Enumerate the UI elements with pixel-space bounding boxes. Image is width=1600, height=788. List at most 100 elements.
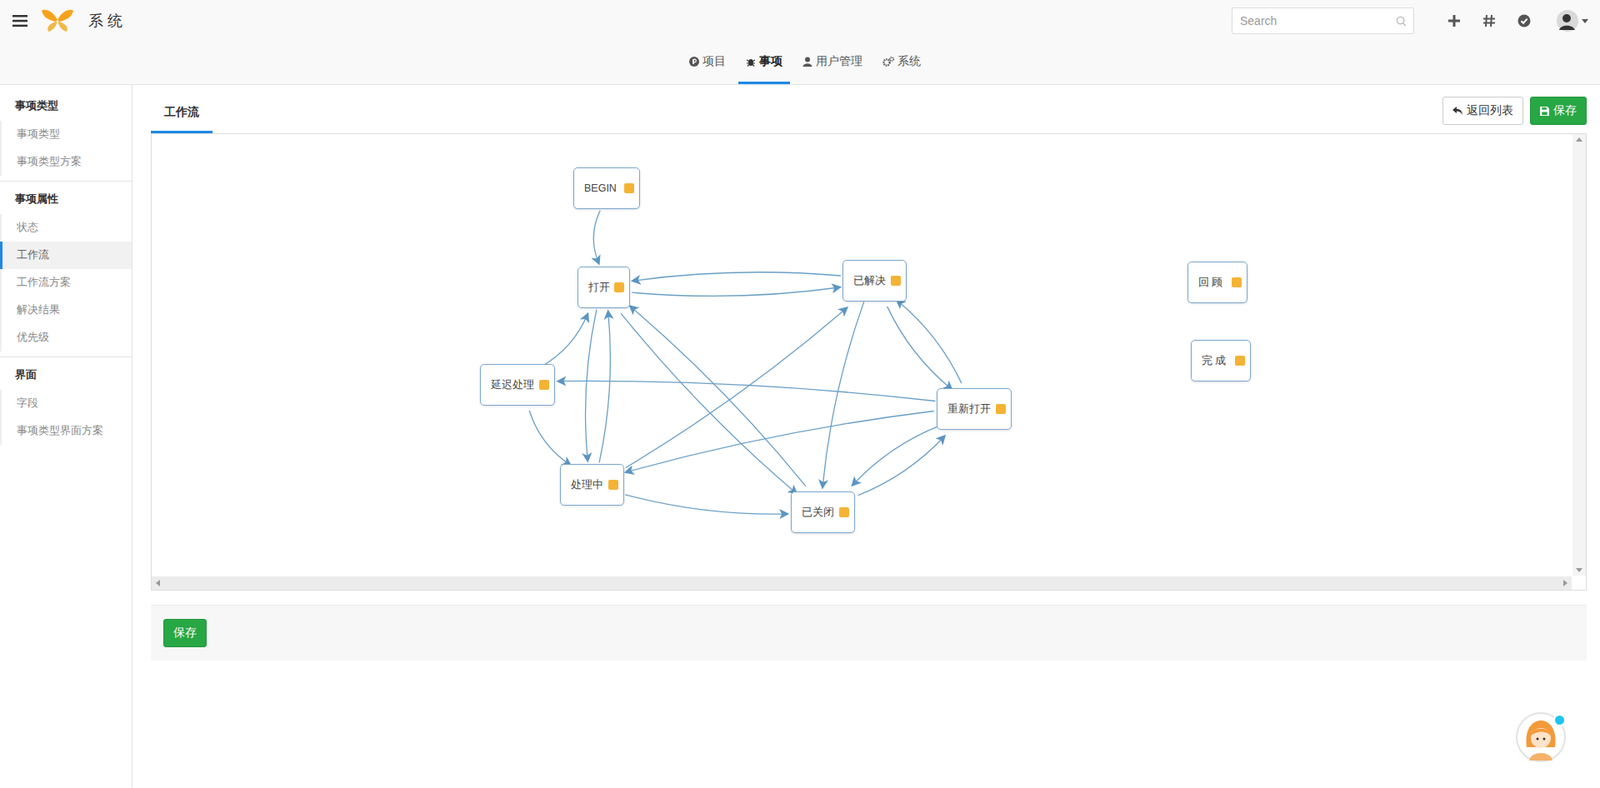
project-icon (689, 56, 700, 67)
nav-tab-label: 项目 (702, 54, 726, 70)
page-tabs: 工作流 (150, 93, 213, 134)
sidebar-item[interactable]: 事项类型 (0, 120, 132, 149)
node-handle-icon[interactable] (624, 183, 635, 194)
sidebar-item[interactable]: 解决结果 (0, 296, 132, 325)
sidebar-item[interactable]: 状态 (0, 214, 132, 242)
node-label: 回 顾 (1198, 275, 1223, 290)
sidebar-group: 界面字段事项类型界面方案 (0, 356, 132, 450)
hash-icon[interactable] (1482, 14, 1496, 28)
node-handle-icon[interactable] (890, 275, 901, 286)
node-handle-icon[interactable] (995, 404, 1006, 415)
scroll-left-icon[interactable] (155, 580, 160, 587)
assistant-button[interactable] (1515, 712, 1566, 763)
canvas-area: BEGIN 打开 已解决 回 顾完 成延迟处理重新打开处理中已关闭 (151, 134, 1572, 576)
vertical-scrollbar[interactable] (1572, 134, 1586, 576)
horizontal-scrollbar[interactable] (151, 576, 1572, 590)
sidebar-item[interactable]: 字段 (0, 390, 132, 418)
main-nav: 项目 事项用户管理 系统 (0, 41, 1600, 85)
workflow-node[interactable]: 处理中 (560, 464, 625, 506)
check-circle-icon[interactable] (1517, 14, 1531, 28)
workflow-node[interactable]: BEGIN (573, 167, 640, 210)
workflow-node[interactable]: 已关闭 (790, 491, 855, 534)
scroll-up-icon[interactable] (1575, 137, 1583, 142)
sidebar-item[interactable]: 工作流 (0, 241, 132, 270)
transition-edge[interactable] (626, 411, 935, 473)
sidebar-item[interactable]: 工作流方案 (0, 269, 132, 297)
nav-tab-label: 事项 (759, 54, 783, 70)
page-tab[interactable]: 工作流 (150, 93, 213, 134)
transition-edge[interactable] (529, 410, 570, 465)
floppy-icon (1540, 106, 1550, 116)
transition-edge[interactable] (852, 425, 939, 485)
transition-edge[interactable] (593, 210, 600, 264)
transition-edge[interactable] (822, 301, 865, 487)
nav-tab[interactable]: 事项 (738, 41, 790, 85)
workflow-canvas[interactable]: BEGIN 打开 已解决 回 顾完 成延迟处理重新打开处理中已关闭 (150, 133, 1587, 591)
user-avatar-icon[interactable] (1556, 10, 1579, 32)
scroll-down-icon[interactable] (1575, 568, 1583, 573)
transition-edge[interactable] (630, 306, 806, 487)
transition-edge[interactable] (625, 495, 787, 515)
actions: 返回列表保存 (1442, 96, 1587, 130)
workflow-node[interactable]: 完 成 (1190, 340, 1251, 382)
edges-layer (151, 134, 1572, 576)
node-label: 已关闭 (801, 505, 835, 520)
save-button[interactable]: 保存 (1530, 96, 1587, 125)
node-handle-icon[interactable] (1231, 277, 1242, 288)
transition-edge[interactable] (558, 380, 935, 401)
plus-icon[interactable] (1447, 14, 1461, 28)
transition-edge[interactable] (631, 287, 840, 296)
search-box (1231, 7, 1415, 35)
node-label: 延迟处理 (490, 378, 535, 393)
node-label: 重新打开 (947, 402, 991, 417)
nav-tab-label: 系统 (897, 54, 921, 70)
main-content: 工作流返回列表保存BEGIN打开已解决回 顾完 成延迟处理重新打开处理中已关闭保… (132, 85, 1600, 788)
workflow-node[interactable]: 重新打开 (936, 388, 1012, 430)
page-tab-row: 工作流 返回列表保存 (150, 93, 1587, 134)
butterfly-logo-icon[interactable] (40, 8, 75, 34)
notification-dot-icon (1553, 714, 1566, 727)
transition-edge[interactable] (897, 300, 962, 384)
node-handle-icon[interactable] (608, 480, 619, 490)
sidebar-group-title: 事项类型 (0, 93, 132, 121)
body: 事项类型事项类型事项类型方案事项属性状态工作流工作流方案解决结果优先级界面字段事… (0, 85, 1600, 788)
nav-tab[interactable]: 项目 (681, 41, 734, 85)
nav-tab[interactable]: 系统 (875, 41, 929, 85)
transition-edge[interactable] (599, 311, 610, 463)
search-input[interactable] (1231, 7, 1415, 35)
node-label: 打开 (588, 280, 610, 295)
transition-edge[interactable] (541, 315, 588, 368)
user-menu[interactable] (1556, 10, 1589, 32)
workflow-node[interactable]: 回 顾 (1187, 261, 1248, 304)
sidebar-group-title: 界面 (0, 362, 132, 390)
hamburger-menu-icon[interactable] (12, 14, 28, 28)
brand: 系 统 (12, 8, 123, 34)
workflow-node[interactable]: 打开 (577, 266, 630, 309)
scroll-right-icon[interactable] (1563, 580, 1568, 587)
gears-icon (882, 56, 895, 67)
node-handle-icon[interactable] (839, 507, 850, 518)
search-icon[interactable] (1395, 15, 1407, 27)
toolbar (1231, 7, 1589, 35)
node-handle-icon[interactable] (1235, 355, 1245, 366)
sidebar-item[interactable]: 事项类型方案 (0, 148, 132, 176)
caret-down-icon[interactable] (1581, 19, 1589, 24)
workflow-node[interactable]: 已解决 (842, 260, 907, 302)
transition-edge[interactable] (625, 308, 847, 469)
sidebar-item[interactable]: 事项类型界面方案 (0, 417, 132, 445)
transition-edge[interactable] (585, 310, 597, 461)
back-button[interactable]: 返回列表 (1442, 96, 1524, 125)
user-icon (802, 56, 813, 67)
sidebar: 事项类型事项类型事项类型方案事项属性状态工作流工作流方案解决结果优先级界面字段事… (0, 85, 133, 788)
transition-edge[interactable] (633, 272, 841, 281)
node-handle-icon[interactable] (539, 380, 550, 390)
workflow-node[interactable]: 延迟处理 (480, 364, 555, 406)
sidebar-group: 事项类型事项类型事项类型方案 (0, 93, 132, 181)
sidebar-group: 事项属性状态工作流工作流方案解决结果优先级 (0, 180, 132, 357)
sidebar-item[interactable]: 优先级 (0, 324, 132, 352)
save-bottom-button[interactable]: 保存 (163, 619, 207, 648)
sidebar-group-title: 事项属性 (0, 186, 132, 215)
top-bar: 系 统 (0, 0, 1600, 42)
nav-tab[interactable]: 用户管理 (795, 41, 870, 85)
node-handle-icon[interactable] (614, 282, 625, 293)
